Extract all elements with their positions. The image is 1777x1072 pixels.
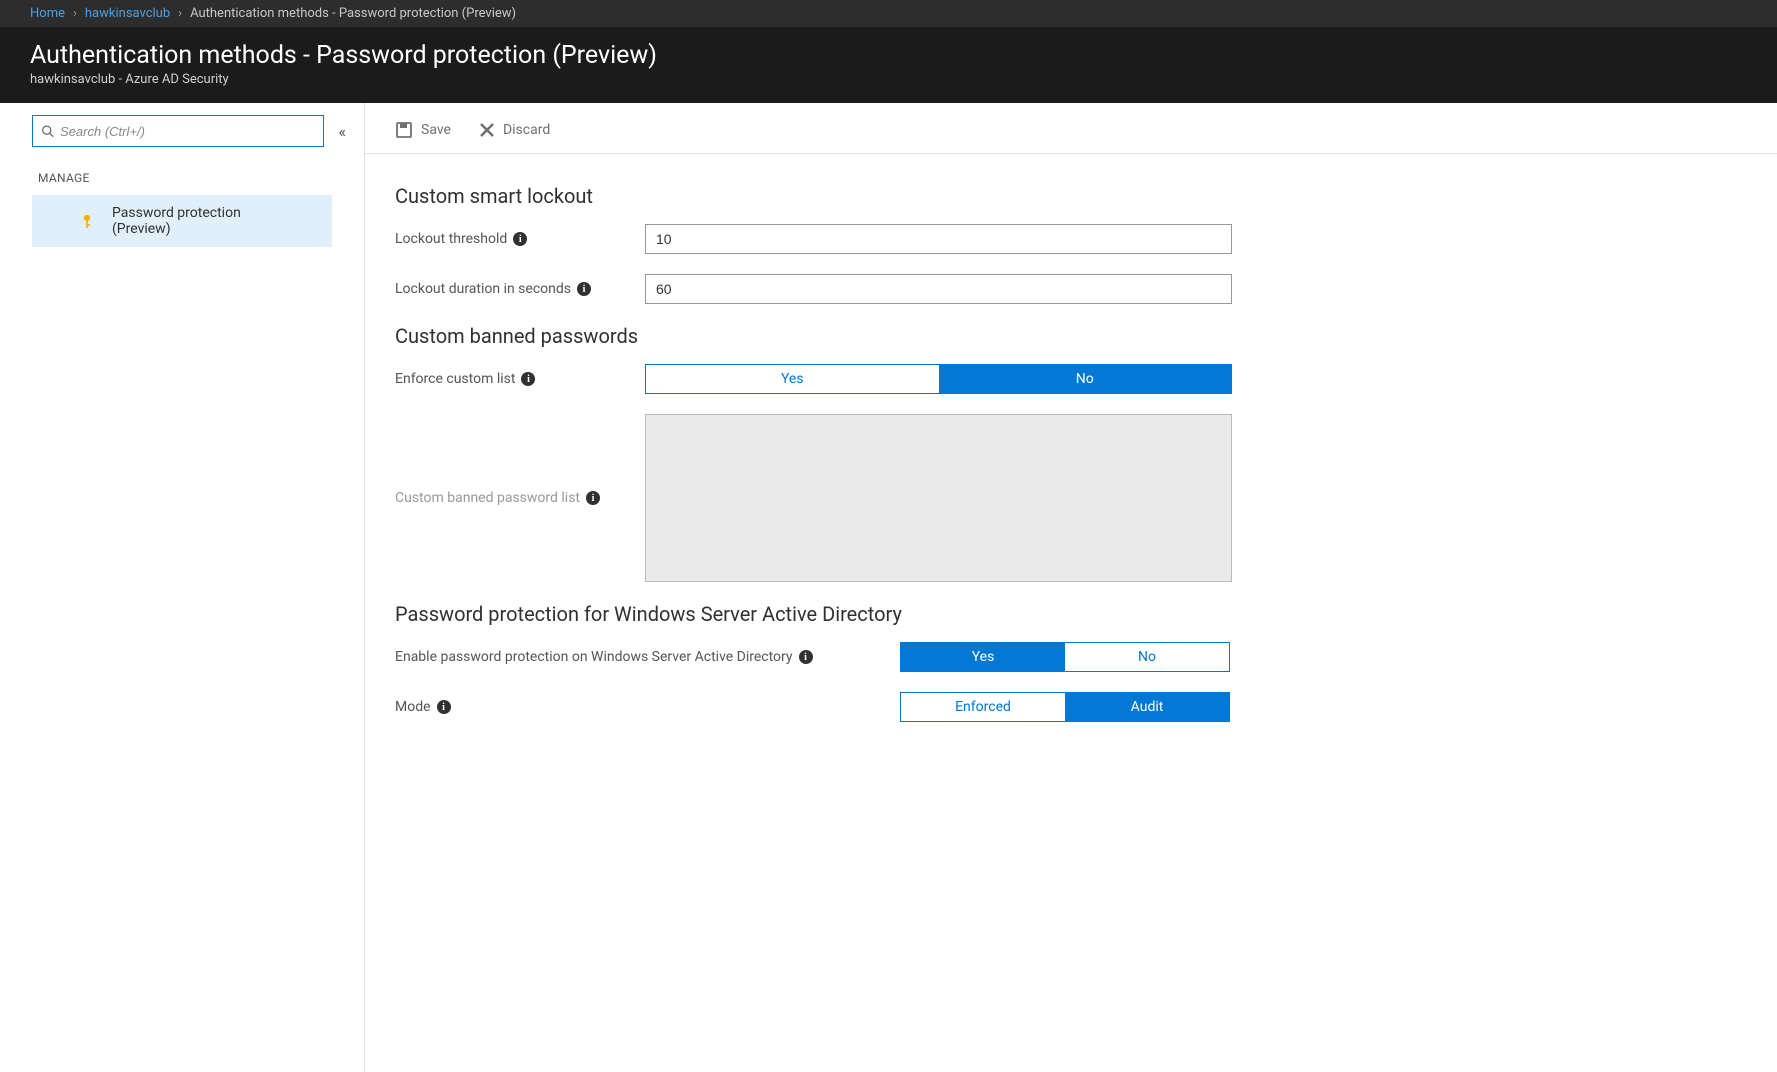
info-icon[interactable]: i bbox=[513, 232, 527, 246]
close-icon bbox=[479, 122, 495, 138]
mode-audit-button[interactable]: Audit bbox=[1065, 693, 1229, 721]
chevron-right-icon: › bbox=[178, 6, 182, 21]
info-icon[interactable]: i bbox=[577, 282, 591, 296]
save-label: Save bbox=[421, 122, 451, 138]
info-icon[interactable]: i bbox=[799, 650, 813, 664]
discard-label: Discard bbox=[503, 122, 550, 138]
lockout-duration-label: Lockout duration in seconds i bbox=[395, 281, 645, 297]
chevron-right-icon: › bbox=[73, 6, 77, 21]
banned-list-textarea bbox=[645, 414, 1232, 582]
enable-no-button[interactable]: No bbox=[1065, 643, 1229, 671]
section-smart-lockout-title: Custom smart lockout bbox=[395, 184, 1575, 208]
sidebar-item-password-protection[interactable]: Password protection (Preview) bbox=[32, 195, 332, 247]
breadcrumb-home[interactable]: Home bbox=[30, 6, 65, 21]
enable-winserver-label: Enable password protection on Windows Se… bbox=[395, 649, 900, 665]
sidebar: « MANAGE Password protection (Preview) bbox=[0, 103, 365, 1072]
breadcrumb-org[interactable]: hawkinsavclub bbox=[85, 6, 170, 21]
enforce-custom-list-label: Enforce custom list i bbox=[395, 371, 645, 387]
lockout-threshold-label: Lockout threshold i bbox=[395, 231, 645, 247]
save-button[interactable]: Save bbox=[395, 121, 451, 139]
info-icon[interactable]: i bbox=[437, 700, 451, 714]
breadcrumb-current: Authentication methods - Password protec… bbox=[190, 6, 516, 21]
save-icon bbox=[395, 121, 413, 139]
section-banned-title: Custom banned passwords bbox=[395, 324, 1575, 348]
info-icon[interactable]: i bbox=[586, 491, 600, 505]
lockout-duration-input[interactable] bbox=[645, 274, 1232, 304]
sidebar-section-manage: MANAGE bbox=[0, 165, 364, 195]
sidebar-item-label: Password protection (Preview) bbox=[112, 205, 294, 237]
lockout-threshold-input[interactable] bbox=[645, 224, 1232, 254]
enforce-yes-button[interactable]: Yes bbox=[646, 365, 939, 393]
mode-label: Mode i bbox=[395, 699, 900, 715]
info-icon[interactable]: i bbox=[521, 372, 535, 386]
page-title: Authentication methods - Password protec… bbox=[30, 41, 1747, 70]
content-area: Save Discard Custom smart lockout Lockou… bbox=[365, 103, 1777, 1072]
search-box[interactable] bbox=[32, 115, 324, 147]
collapse-sidebar-icon[interactable]: « bbox=[334, 118, 350, 145]
page-titlebar: Authentication methods - Password protec… bbox=[0, 27, 1777, 103]
search-icon bbox=[41, 124, 54, 138]
discard-button[interactable]: Discard bbox=[479, 122, 550, 138]
toolbar: Save Discard bbox=[365, 103, 1777, 154]
enable-winserver-toggle: Yes No bbox=[900, 642, 1230, 672]
enforce-custom-list-toggle: Yes No bbox=[645, 364, 1232, 394]
mode-toggle: Enforced Audit bbox=[900, 692, 1230, 722]
section-winserver-title: Password protection for Windows Server A… bbox=[395, 602, 1575, 626]
page-subtitle: hawkinsavclub - Azure AD Security bbox=[30, 72, 1747, 87]
breadcrumb: Home › hawkinsavclub › Authentication me… bbox=[0, 0, 1777, 27]
mode-enforced-button[interactable]: Enforced bbox=[901, 693, 1065, 721]
key-icon bbox=[82, 213, 98, 229]
enforce-no-button[interactable]: No bbox=[939, 365, 1232, 393]
search-input[interactable] bbox=[60, 124, 315, 139]
banned-list-label: Custom banned password list i bbox=[395, 490, 645, 506]
enable-yes-button[interactable]: Yes bbox=[901, 643, 1065, 671]
